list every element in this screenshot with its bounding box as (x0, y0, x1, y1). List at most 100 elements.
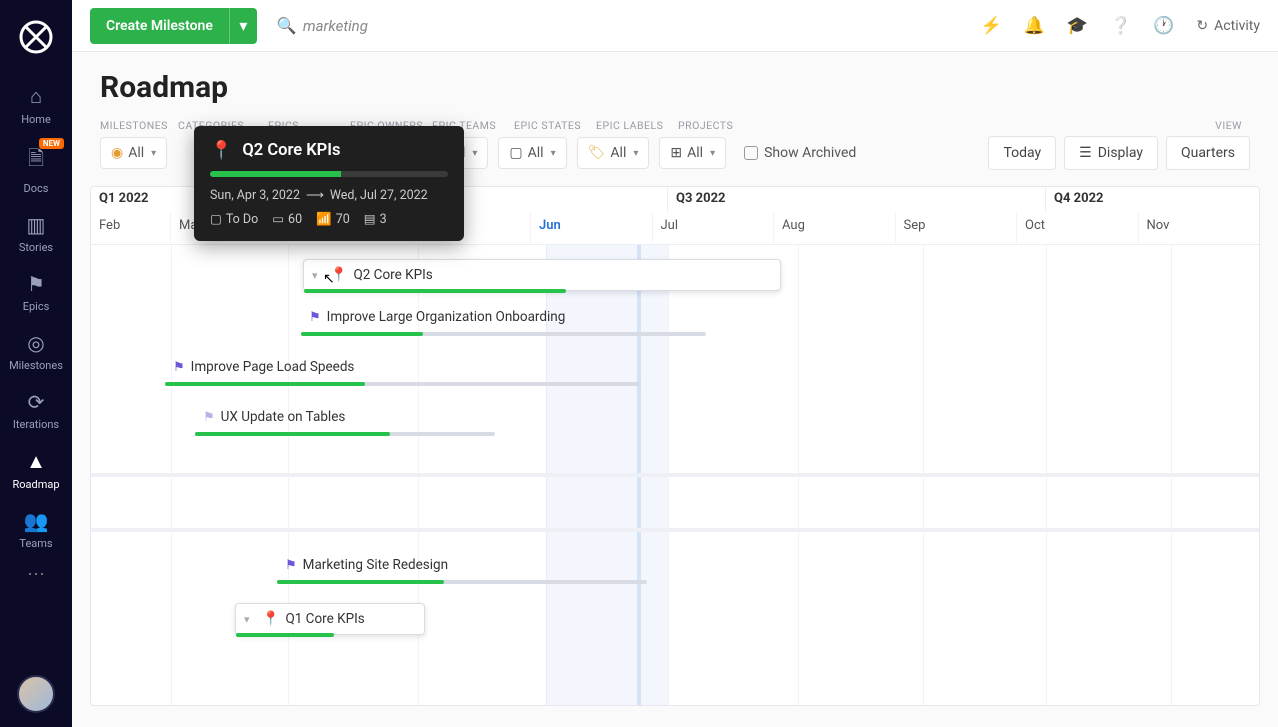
filter-labels-chip[interactable]: 🏷All▾ (577, 137, 650, 169)
chip-label: All (128, 145, 144, 161)
activity-icon: ↻ (1196, 18, 1208, 34)
progress-fill (304, 289, 566, 293)
clock-icon[interactable]: 🕐 (1153, 16, 1174, 36)
iterations-icon: ⟳ (0, 390, 72, 414)
home-icon: ⌂ (0, 84, 72, 109)
month-label-today: Jun (531, 213, 653, 243)
teams-icon: 👥 (0, 509, 72, 533)
project-icon: ⊞ (670, 145, 682, 161)
bar-label: Q1 Core KPIs (285, 611, 364, 627)
top-icons: ⚡ 🔔 🎓 ❔ 🕐 ↻ Activity (981, 16, 1260, 36)
nav-label: Epics (23, 300, 50, 313)
bell-icon[interactable]: 🔔 (1024, 16, 1045, 36)
state-icon: ▢ (509, 145, 522, 161)
view-label: VIEW (1182, 119, 1242, 132)
nav-label: Stories (19, 241, 53, 254)
new-badge: NEW (39, 138, 64, 149)
create-dropdown-button[interactable]: ▾ (229, 8, 257, 44)
user-avatar[interactable] (17, 675, 55, 713)
bar-label: Improve Page Load Speeds (191, 359, 355, 375)
search-wrap: 🔍 (269, 16, 969, 35)
help-icon[interactable]: ❔ (1110, 16, 1131, 36)
create-milestone-button-group: Create Milestone ▾ (90, 8, 257, 44)
filter-projects[interactable]: ⊞All▾ (659, 137, 726, 169)
tooltip-stats: ▢To Do ▭60 📶70 ▤3 (210, 211, 448, 227)
bar-q2-core-kpis[interactable]: ▾ 📍 Q2 Core KPIs (303, 259, 781, 291)
create-milestone-button[interactable]: Create Milestone (90, 8, 229, 44)
activity-label: Activity (1214, 18, 1260, 34)
tooltip-count1: 60 (288, 212, 302, 227)
collapse-icon[interactable]: ▾ (244, 613, 256, 626)
filter-label: EPIC LABELS (596, 119, 678, 132)
filter-milestones[interactable]: ◉All▾ (100, 137, 167, 169)
app-logo[interactable] (17, 18, 55, 56)
timeline-body: ▾ 📍 Q2 Core KPIs ↖ ⚑ Improve Large Organ… (91, 245, 1259, 705)
quarter-label: Q4 2022 (1046, 187, 1259, 213)
tooltip-end: Wed, Jul 27, 2022 (330, 188, 428, 203)
filters: MILESTONES CATEGORIES EPICS EPIC OWNERS … (72, 111, 1278, 170)
month-label: Aug (774, 213, 896, 243)
show-archived-label: Show Archived (764, 145, 856, 161)
doc-icon: ▤ (364, 211, 376, 227)
chevron-down-icon: ▾ (710, 148, 715, 159)
docs-icon: 🗎 (0, 144, 72, 178)
bar-label: Improve Large Organization Onboarding (327, 309, 566, 325)
display-button[interactable]: ☰Display (1064, 136, 1158, 170)
search-icon: 🔍 (277, 16, 297, 35)
pin-icon: 📍 (210, 140, 232, 161)
page-title: Roadmap (100, 70, 1250, 105)
bar-q1-core-kpis[interactable]: ▾ 📍 Q1 Core KPIs (235, 603, 425, 635)
nav-docs[interactable]: NEW🗎Docs (0, 134, 72, 203)
chevron-down-icon: ▾ (472, 148, 477, 159)
sidebar: ⌂ Home NEW🗎Docs ▥Stories ⚑Epics ◎Mileston… (0, 0, 72, 727)
search-input[interactable] (303, 17, 503, 35)
grad-icon[interactable]: 🎓 (1067, 16, 1088, 36)
timeline[interactable]: Q1 2022 Q2 2022 Q3 2022 Q4 2022 Feb Mar … (90, 186, 1260, 706)
create-label: Create Milestone (106, 18, 213, 34)
milestone-tooltip: 📍Q2 Core KPIs Sun, Apr 3, 2022⟶Wed, Jul … (194, 126, 464, 241)
filter-label: MILESTONES (100, 119, 178, 132)
today-button[interactable]: Today (988, 136, 1056, 170)
card-icon: ▭ (272, 211, 284, 227)
bar-label: Marketing Site Redesign (303, 557, 448, 573)
bar-ux-tables[interactable]: ⚑ UX Update on Tables (195, 401, 495, 433)
tooltip-title: Q2 Core KPIs (242, 141, 340, 160)
chevron-down-icon: ▾ (151, 148, 156, 159)
nav-stories[interactable]: ▥Stories (0, 203, 72, 262)
nav-teams[interactable]: 👥Teams (0, 499, 72, 558)
main: Create Milestone ▾ 🔍 ⚡ 🔔 🎓 ❔ 🕐 ↻ Activity… (72, 0, 1278, 727)
tooltip-progress (210, 171, 448, 177)
bar-label: UX Update on Tables (221, 409, 346, 425)
tooltip-start: Sun, Apr 3, 2022 (210, 188, 300, 203)
nav-home[interactable]: ⌂ Home (0, 74, 72, 134)
nav-roadmap[interactable]: ▲Roadmap (0, 439, 72, 499)
bar-onboarding[interactable]: ⚑ Improve Large Organization Onboarding (301, 301, 706, 333)
chip-label: All (610, 145, 626, 161)
bolt-icon[interactable]: ⚡ (981, 16, 1002, 36)
nav-milestones[interactable]: ◎Milestones (0, 321, 72, 380)
show-archived-toggle[interactable]: Show Archived (744, 145, 856, 161)
filter-row: ◉All▾ ◉All▾ ▢All▾ 🏷All▾ ⊞All▾ Show Archi… (100, 136, 1250, 170)
progress-fill (277, 580, 444, 584)
month-label: Sep (896, 213, 1018, 243)
display-label: Display (1098, 145, 1143, 161)
nav-epics[interactable]: ⚑Epics (0, 262, 72, 321)
progress-fill (195, 432, 390, 436)
activity-link[interactable]: ↻ Activity (1196, 18, 1260, 34)
filter-label: PROJECTS (678, 119, 760, 132)
filter-label: EPIC STATES (514, 119, 596, 132)
nav-more[interactable]: ⋯ (27, 564, 45, 585)
bar-marketing[interactable]: ⚑ Marketing Site Redesign (277, 549, 647, 581)
filter-states[interactable]: ▢All▾ (498, 137, 566, 169)
month-label: Jul (653, 213, 775, 243)
cursor-icon: ↖ (323, 271, 335, 287)
nav-label: Home (21, 113, 51, 126)
flag-icon: ⚑ (285, 558, 297, 573)
progress-fill (301, 332, 423, 336)
bar-page-load[interactable]: ⚑ Improve Page Load Speeds (165, 351, 641, 383)
month-label: Oct (1017, 213, 1139, 243)
progress-fill (165, 382, 365, 386)
tooltip-progress-fill (210, 171, 341, 177)
quarters-button[interactable]: Quarters (1166, 136, 1250, 170)
nav-iterations[interactable]: ⟳Iterations (0, 380, 72, 439)
